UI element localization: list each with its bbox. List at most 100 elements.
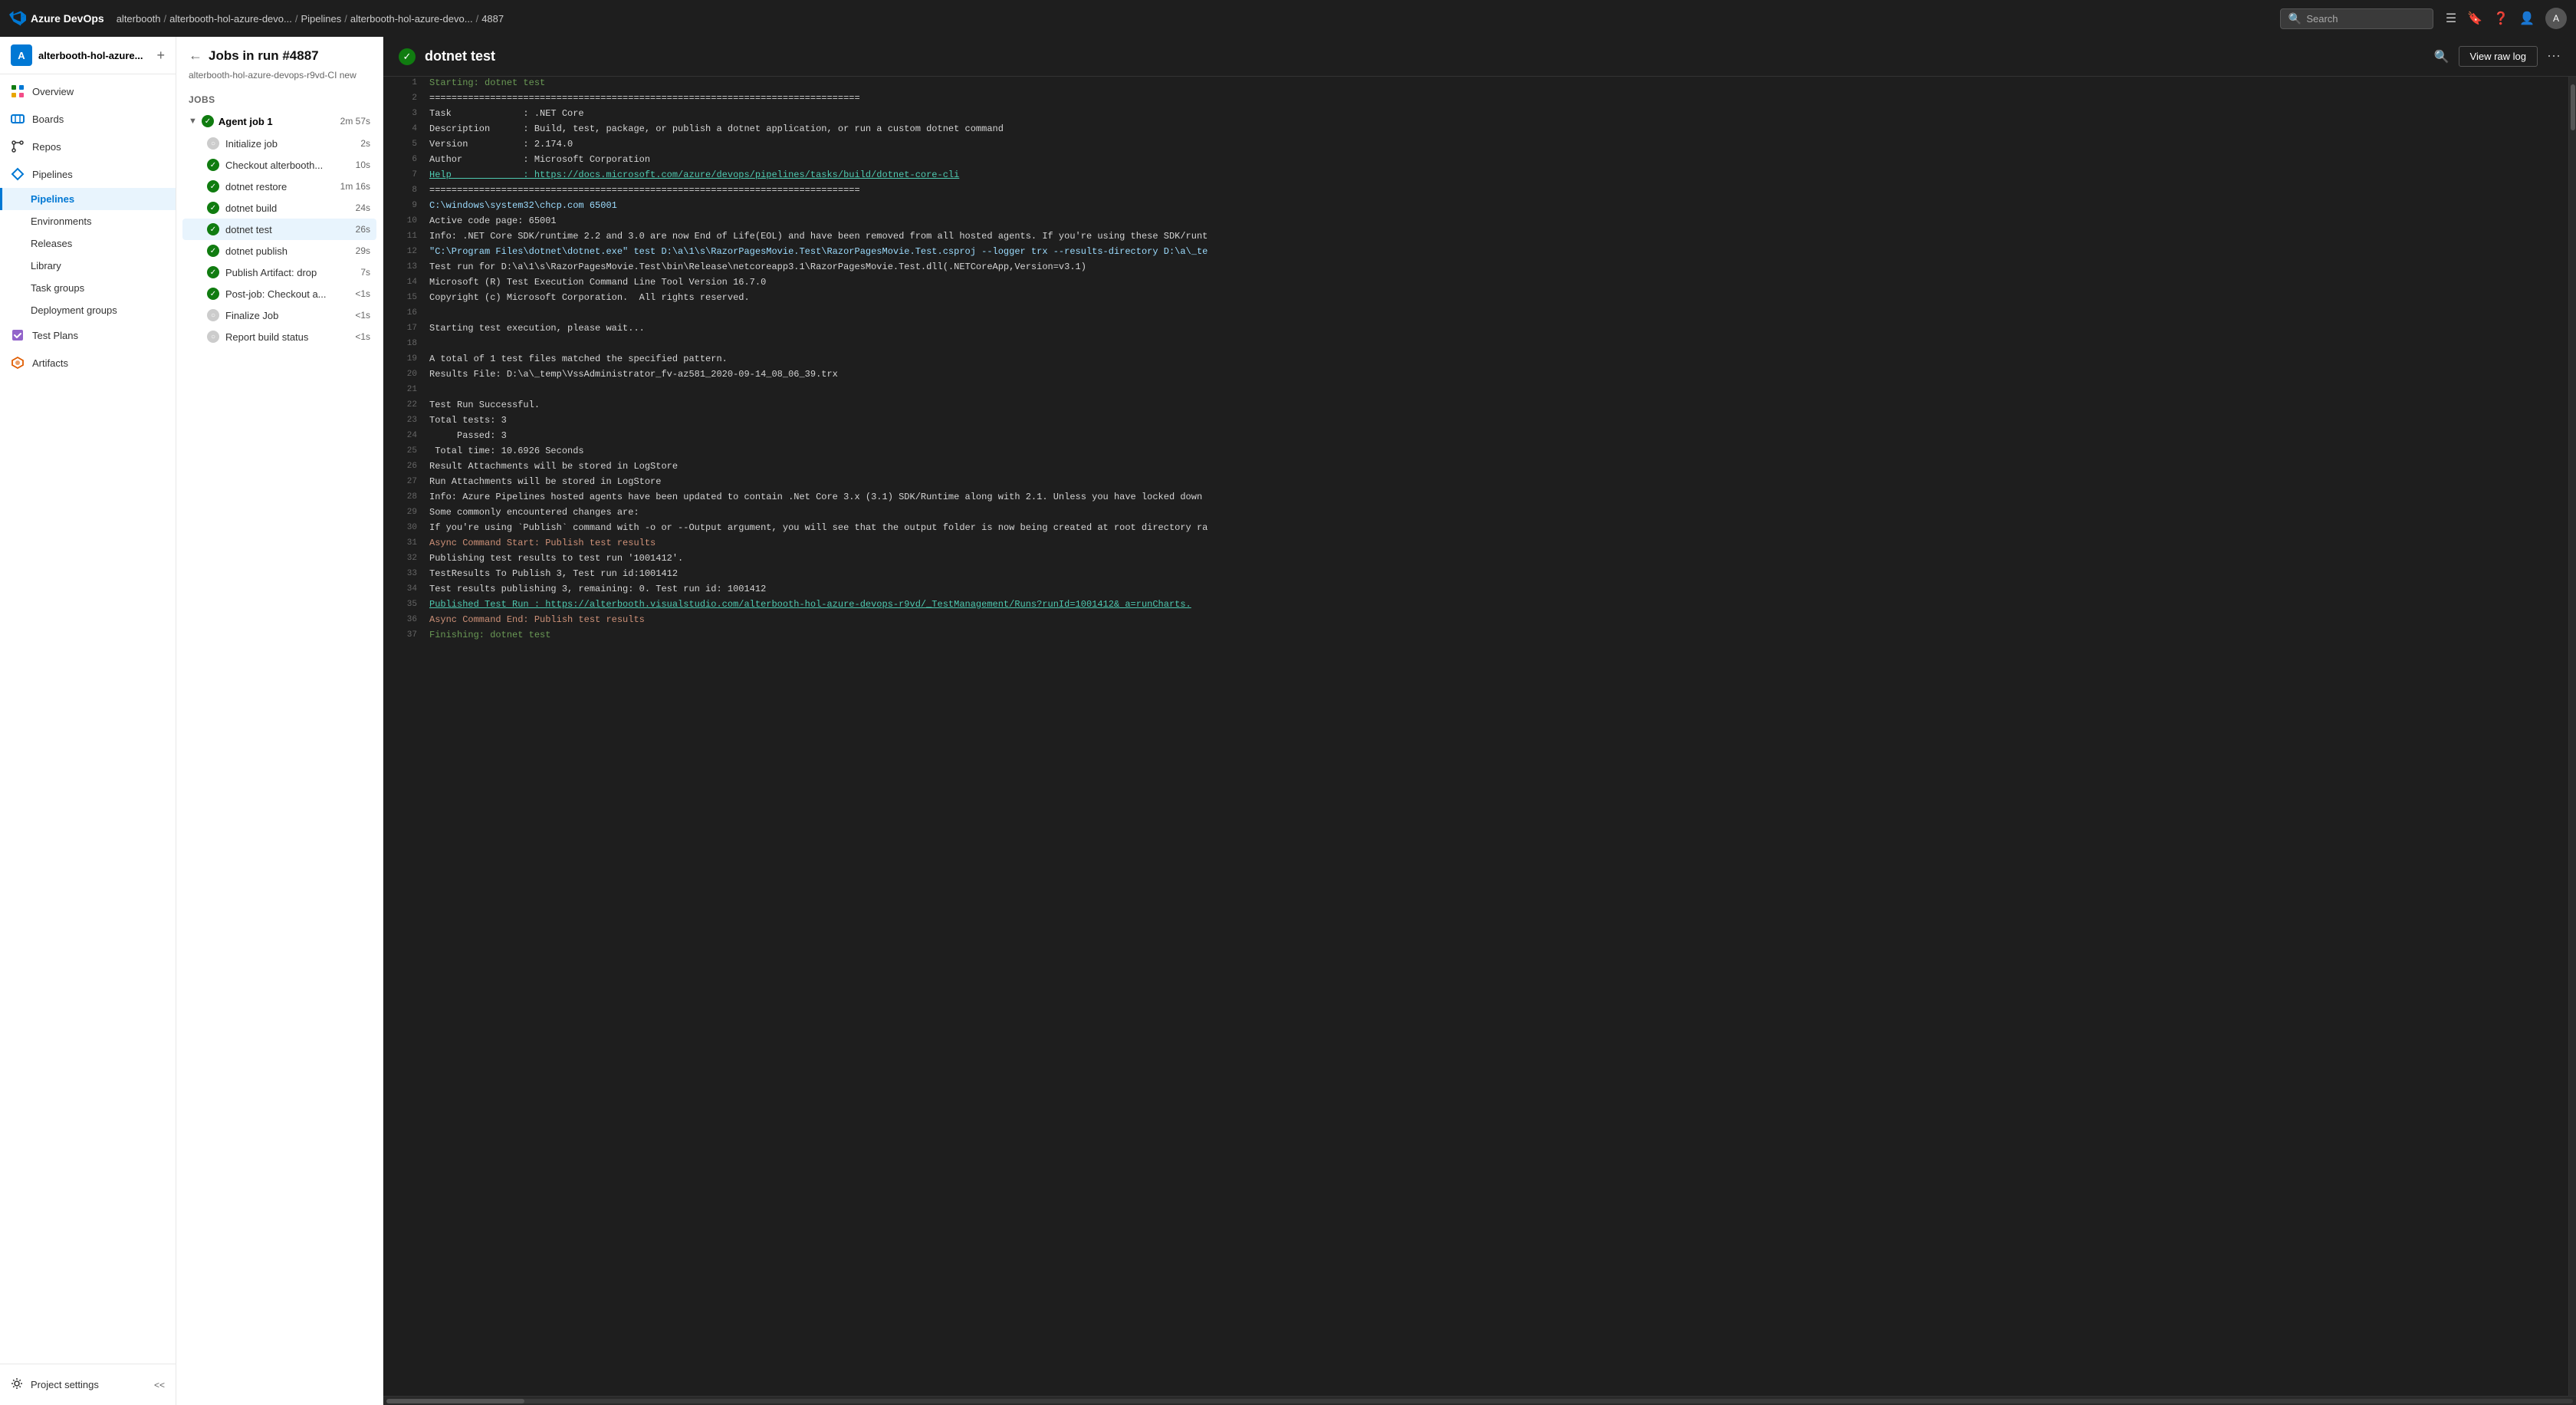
settings-icon	[11, 1377, 23, 1392]
finalize-job-name: Finalize Job	[225, 310, 349, 321]
log-horizontal-scrollbar[interactable]	[383, 1396, 2576, 1405]
checkout-job-duration: 10s	[356, 160, 370, 170]
log-search-icon[interactable]: 🔍	[2434, 49, 2450, 64]
collapse-sidebar-icon[interactable]: <<	[154, 1380, 165, 1390]
azure-devops-logo-icon	[9, 10, 26, 27]
org-name: alterbooth-hol-azure...	[38, 50, 150, 61]
log-line-text: ========================================…	[429, 185, 2559, 196]
sidebar-item-repos[interactable]: Repos	[0, 133, 176, 160]
log-line-number: 17	[393, 323, 417, 333]
help-icon[interactable]: ❓	[2493, 11, 2509, 26]
job-item-dotnet-build[interactable]: ✓ dotnet build 24s	[182, 197, 376, 219]
job-item-dotnet-publish[interactable]: ✓ dotnet publish 29s	[182, 240, 376, 262]
log-scrollbar-thumb[interactable]	[2571, 84, 2575, 130]
avatar[interactable]: A	[2545, 8, 2567, 29]
dotnet-test-job-name: dotnet test	[225, 224, 350, 235]
log-line-number: 32	[393, 553, 417, 563]
breadcrumb-pipelines[interactable]: Pipelines	[301, 13, 341, 25]
log-line-number: 30	[393, 522, 417, 532]
log-line: 28Info: Azure Pipelines hosted agents ha…	[383, 491, 2568, 506]
sidebar-item-artifacts[interactable]: Artifacts	[0, 349, 176, 377]
job-item-report-build[interactable]: ○ Report build status <1s	[182, 326, 376, 347]
sidebar-subitem-releases[interactable]: Releases	[0, 232, 176, 255]
sidebar-subitem-library[interactable]: Library	[0, 255, 176, 277]
job-item-initialize[interactable]: ○ Initialize job 2s	[182, 133, 376, 154]
sidebar-subitem-pipelines[interactable]: Pipelines	[0, 188, 176, 210]
agent-job-group-header[interactable]: ▼ ✓ Agent job 1 2m 57s	[182, 110, 376, 133]
log-line-text: Run Attachments will be stored in LogSto…	[429, 476, 2559, 487]
back-button[interactable]: ←	[189, 48, 202, 64]
sidebar-subitem-deployment-groups[interactable]: Deployment groups	[0, 299, 176, 321]
log-line: 31Async Command Start: Publish test resu…	[383, 537, 2568, 552]
checkout-status-icon: ✓	[207, 159, 219, 171]
log-line-text: Active code page: 65001	[429, 216, 2559, 226]
log-line-number: 1	[393, 77, 417, 87]
log-vertical-scrollbar[interactable]	[2568, 77, 2576, 1396]
log-line-text: Async Command Start: Publish test result…	[429, 538, 2559, 548]
log-line-text: "C:\Program Files\dotnet\dotnet.exe" tes…	[429, 246, 2559, 257]
job-item-publish-artifact[interactable]: ✓ Publish Artifact: drop 7s	[182, 262, 376, 283]
job-item-finalize[interactable]: ○ Finalize Job <1s	[182, 304, 376, 326]
log-line-number: 14	[393, 277, 417, 287]
sidebar-project-settings[interactable]: Project settings <<	[0, 1370, 176, 1399]
log-line: 20Results File: D:\a\_temp\VssAdministra…	[383, 368, 2568, 383]
sidebar-org[interactable]: A alterbooth-hol-azure... +	[0, 37, 176, 74]
log-panel: ✓ dotnet test 🔍 View raw log ⋯ 1Starting…	[383, 37, 2576, 1405]
dotnet-publish-status-icon: ✓	[207, 245, 219, 257]
search-box[interactable]: 🔍	[2280, 8, 2433, 29]
sidebar-item-pipelines-parent[interactable]: Pipelines	[0, 160, 176, 188]
sidebar-subitem-task-groups[interactable]: Task groups	[0, 277, 176, 299]
main-layout: A alterbooth-hol-azure... + Overview Boa…	[0, 37, 2576, 1405]
log-line-number: 27	[393, 476, 417, 486]
test-plans-icon	[11, 328, 25, 342]
sidebar-item-repos-label: Repos	[32, 141, 165, 153]
job-group: ▼ ✓ Agent job 1 2m 57s ○ Initialize job …	[176, 110, 383, 347]
sidebar-item-boards[interactable]: Boards	[0, 105, 176, 133]
artifacts-icon	[11, 356, 25, 370]
log-line: 17Starting test execution, please wait..…	[383, 322, 2568, 337]
log-line-text: Copyright (c) Microsoft Corporation. All…	[429, 292, 2559, 303]
log-more-options-icon[interactable]: ⋯	[2547, 48, 2561, 64]
sidebar-item-test-plans-label: Test Plans	[32, 330, 165, 341]
list-icon[interactable]: ☰	[2446, 11, 2456, 26]
breadcrumb-org[interactable]: alterbooth	[117, 13, 161, 25]
add-project-icon[interactable]: +	[156, 48, 165, 64]
log-line: 13Test run for D:\a\1\s\RazorPagesMovie.…	[383, 261, 2568, 276]
jobs-panel: ← Jobs in run #4887 alterbooth-hol-azure…	[176, 37, 383, 1405]
log-panel-inner: 1 Starting: dotnet test 2=================…	[383, 77, 2576, 1396]
search-input[interactable]	[2306, 13, 2425, 25]
log-line-text[interactable]: Published Test Run : https://alterbooth.…	[429, 599, 2559, 610]
job-item-post-checkout[interactable]: ✓ Post-job: Checkout a... <1s	[182, 283, 376, 304]
log-line-text: Some commonly encountered changes are:	[429, 507, 2559, 518]
job-item-checkout[interactable]: ✓ Checkout alterbooth... 10s	[182, 154, 376, 176]
bookmark-icon[interactable]: 🔖	[2467, 11, 2482, 26]
sidebar-item-test-plans[interactable]: Test Plans	[0, 321, 176, 349]
job-item-dotnet-test[interactable]: ✓ dotnet test 26s	[182, 219, 376, 240]
log-line-number: 36	[393, 614, 417, 624]
dotnet-test-status-icon: ✓	[207, 223, 219, 235]
breadcrumb-project[interactable]: alterbooth-hol-azure-devo...	[169, 13, 292, 25]
job-item-dotnet-restore[interactable]: ✓ dotnet restore 1m 16s	[182, 176, 376, 197]
log-line-text: Starting: dotnet test	[429, 77, 2559, 88]
log-line: 2=======================================…	[383, 92, 2568, 107]
log-line-number: 4	[393, 123, 417, 133]
sidebar-item-overview[interactable]: Overview	[0, 77, 176, 105]
top-navigation: Azure DevOps alterbooth / alterbooth-hol…	[0, 0, 2576, 37]
user-icon[interactable]: 👤	[2519, 11, 2535, 26]
sidebar-subitem-environments[interactable]: Environments	[0, 210, 176, 232]
dotnet-build-job-name: dotnet build	[225, 202, 350, 214]
finalize-status-icon: ○	[207, 309, 219, 321]
log-line: 9C:\windows\system32\chcp.com 65001	[383, 199, 2568, 215]
log-line-number: 5	[393, 139, 417, 149]
view-raw-log-button[interactable]: View raw log	[2459, 46, 2538, 67]
breadcrumb-run[interactable]: 4887	[481, 13, 504, 25]
log-line: 30If you're using `Publish` command with…	[383, 522, 2568, 537]
log-line-text: Total tests: 3	[429, 415, 2559, 426]
breadcrumb-pipeline[interactable]: alterbooth-hol-azure-devo...	[350, 13, 473, 25]
log-line-text[interactable]: Help : https://docs.microsoft.com/azure/…	[429, 169, 2559, 180]
log-content[interactable]: 1 Starting: dotnet test 2=================…	[383, 77, 2568, 1396]
boards-icon	[11, 112, 25, 126]
log-scrollbar-horizontal-thumb[interactable]	[386, 1399, 524, 1403]
log-line-number: 16	[393, 308, 417, 318]
app-logo[interactable]: Azure DevOps	[9, 10, 104, 27]
